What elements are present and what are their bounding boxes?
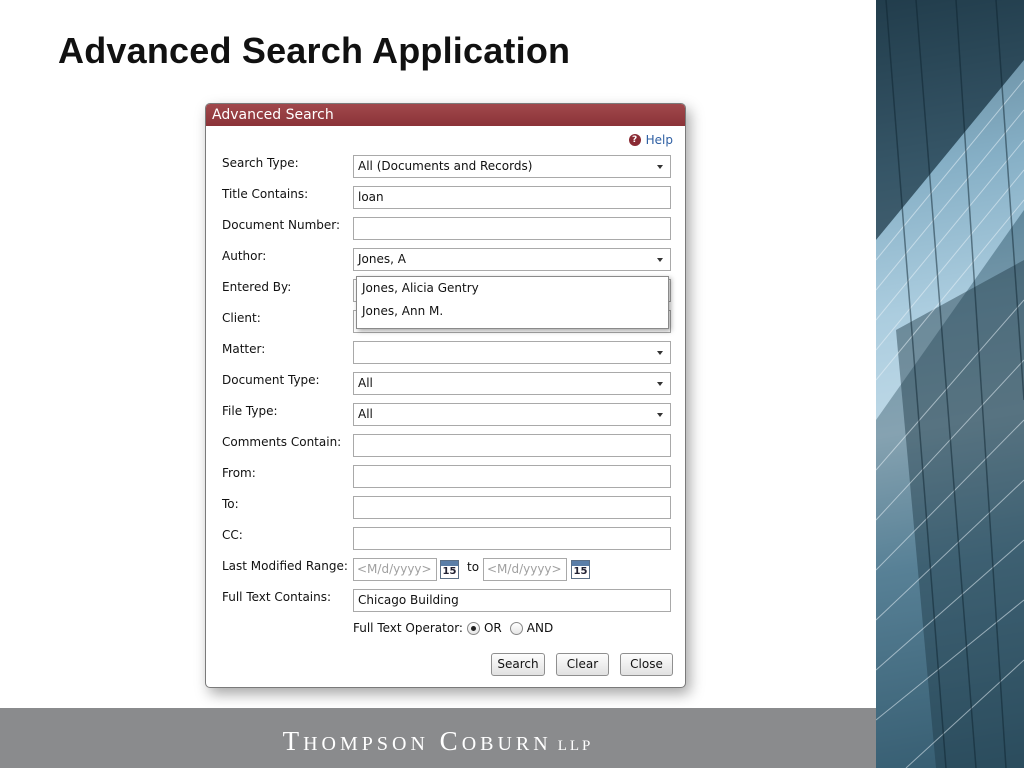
from-label: From: xyxy=(222,466,256,480)
help-label: Help xyxy=(645,133,673,147)
last-modified-end-input[interactable]: <M/d/yyyy> xyxy=(483,558,567,581)
author-suggestion-list: Jones, Alicia Gentry Jones, Ann M. xyxy=(356,276,669,329)
operator-and-radio[interactable] xyxy=(509,621,523,635)
full-text-contains-label: Full Text Contains: xyxy=(222,590,332,604)
comments-contain-label: Comments Contain: xyxy=(222,435,342,449)
calendar-icon[interactable]: 15 xyxy=(440,560,459,579)
author-suggestion-item[interactable]: Jones, Alicia Gentry xyxy=(357,277,668,300)
author-select[interactable]: Jones, A xyxy=(353,248,671,271)
full-text-contains-input[interactable]: Chicago Building xyxy=(353,589,671,612)
clear-button[interactable]: Clear xyxy=(556,653,609,676)
to-label: To: xyxy=(222,497,239,511)
search-type-select[interactable]: All (Documents and Records) xyxy=(353,155,671,178)
full-text-operator: Full Text Operator: OR AND xyxy=(353,621,553,635)
author-suggestion-item[interactable]: Jones, Ann M. xyxy=(357,300,668,323)
building-photo xyxy=(876,0,1024,768)
document-type-select[interactable]: All xyxy=(353,372,671,395)
entered-by-label: Entered By: xyxy=(222,280,292,294)
cc-input[interactable] xyxy=(353,527,671,550)
author-label: Author: xyxy=(222,249,267,263)
matter-select[interactable] xyxy=(353,341,671,364)
last-modified-range-label: Last Modified Range: xyxy=(222,559,348,573)
title-contains-input[interactable]: loan xyxy=(353,186,671,209)
last-modified-start-input[interactable]: <M/d/yyyy> xyxy=(353,558,437,581)
from-input[interactable] xyxy=(353,465,671,488)
matter-label: Matter: xyxy=(222,342,266,356)
search-type-label: Search Type: xyxy=(222,156,299,170)
search-button[interactable]: Search xyxy=(491,653,545,676)
operator-and-label: AND xyxy=(526,621,554,635)
document-type-label: Document Type: xyxy=(222,373,320,387)
dialog-title: Advanced Search xyxy=(206,104,685,126)
company-logo: THOMPSON COBURN LLP xyxy=(282,726,594,756)
comments-contain-input[interactable] xyxy=(353,434,671,457)
advanced-search-dialog: Advanced Search ? Help Search Type: Titl… xyxy=(205,103,686,688)
client-label: Client: xyxy=(222,311,261,325)
calendar-icon[interactable]: 15 xyxy=(571,560,590,579)
footer-bar: THOMPSON COBURN LLP xyxy=(0,708,876,768)
close-button[interactable]: Close xyxy=(620,653,673,676)
slide-title: Advanced Search Application xyxy=(58,30,571,71)
to-input[interactable] xyxy=(353,496,671,519)
operator-or-radio[interactable] xyxy=(466,621,480,635)
cc-label: CC: xyxy=(222,528,243,542)
title-contains-label: Title Contains: xyxy=(222,187,309,201)
help-icon: ? xyxy=(628,134,641,146)
file-type-label: File Type: xyxy=(222,404,278,418)
document-number-label: Document Number: xyxy=(222,218,341,232)
date-range-to-label: to xyxy=(467,560,480,574)
document-number-input[interactable] xyxy=(353,217,671,240)
full-text-operator-label: Full Text Operator: xyxy=(353,621,463,635)
operator-or-label: OR xyxy=(483,621,502,635)
file-type-select[interactable]: All xyxy=(353,403,671,426)
help-link[interactable]: ? Help xyxy=(628,133,673,147)
